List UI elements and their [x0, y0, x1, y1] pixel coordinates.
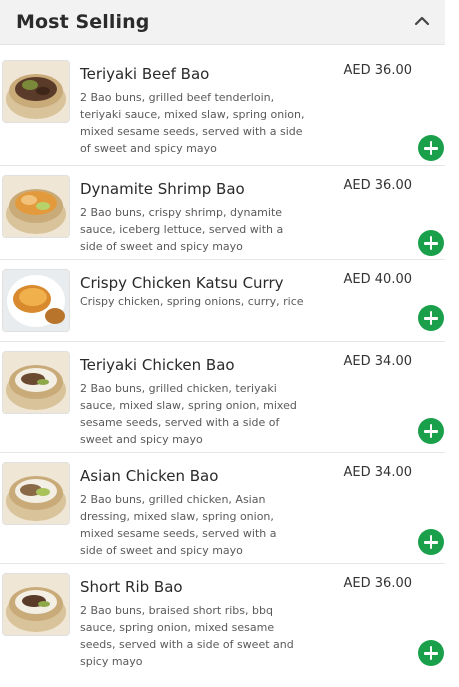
add-to-cart-button[interactable]: [418, 640, 444, 666]
item-price: AED 40.00: [343, 272, 412, 287]
add-to-cart-button[interactable]: [418, 230, 444, 256]
menu-item-crispy-chicken-katsu-curry[interactable]: Crispy Chicken Katsu Curry AED 40.00 Cri…: [0, 260, 445, 342]
section-header[interactable]: Most Selling: [0, 0, 445, 45]
add-to-cart-button[interactable]: [418, 305, 444, 331]
menu-item-teriyaki-chicken-bao[interactable]: Teriyaki Chicken Bao AED 34.00 2 Bao bun…: [0, 342, 445, 453]
item-thumbnail[interactable]: [2, 60, 70, 123]
item-description: Crispy chicken, spring onions, curry, ri…: [80, 295, 304, 308]
item-thumbnail[interactable]: [2, 269, 70, 332]
item-thumbnail[interactable]: [2, 462, 70, 525]
item-description: 2 Bao buns, crispy shrimp, dynamite sauc…: [80, 206, 284, 253]
item-price: AED 36.00: [343, 63, 412, 78]
item-price: AED 36.00: [343, 178, 412, 193]
item-name[interactable]: Teriyaki Beef Bao: [80, 65, 209, 83]
item-price: AED 36.00: [343, 576, 412, 591]
item-thumbnail[interactable]: [2, 351, 70, 414]
menu-section: Most Selling Teriyaki Beef Bao AED 36.00…: [0, 0, 445, 682]
item-thumbnail[interactable]: [2, 175, 70, 238]
item-name[interactable]: Asian Chicken Bao: [80, 467, 218, 485]
menu-item-short-rib-bao[interactable]: Short Rib Bao AED 36.00 2 Bao buns, brai…: [0, 564, 445, 682]
add-to-cart-button[interactable]: [418, 418, 444, 444]
add-to-cart-button[interactable]: [418, 529, 444, 555]
section-title: Most Selling: [16, 11, 150, 33]
item-name[interactable]: Teriyaki Chicken Bao: [80, 356, 235, 374]
item-name[interactable]: Short Rib Bao: [80, 578, 183, 596]
item-name[interactable]: Crispy Chicken Katsu Curry: [80, 274, 284, 292]
item-thumbnail[interactable]: [2, 573, 70, 636]
chevron-up-icon[interactable]: [413, 12, 431, 30]
item-price: AED 34.00: [343, 354, 412, 369]
menu-item-dynamite-shrimp-bao[interactable]: Dynamite Shrimp Bao AED 36.00 2 Bao buns…: [0, 166, 445, 260]
item-description: 2 Bao buns, grilled chicken, teriyaki sa…: [80, 382, 297, 446]
item-name[interactable]: Dynamite Shrimp Bao: [80, 180, 245, 198]
item-price: AED 34.00: [343, 465, 412, 480]
item-description: 2 Bao buns, braised short ribs, bbq sauc…: [80, 604, 294, 668]
item-description: 2 Bao buns, grilled beef tenderloin, ter…: [80, 91, 305, 155]
menu-item-asian-chicken-bao[interactable]: Asian Chicken Bao AED 34.00 2 Bao buns, …: [0, 453, 445, 564]
menu-item-teriyaki-beef-bao[interactable]: Teriyaki Beef Bao AED 36.00 2 Bao buns, …: [0, 51, 445, 166]
menu-item-list: Teriyaki Beef Bao AED 36.00 2 Bao buns, …: [0, 51, 445, 682]
item-description: 2 Bao buns, grilled chicken, Asian dress…: [80, 493, 277, 557]
add-to-cart-button[interactable]: [418, 135, 444, 161]
